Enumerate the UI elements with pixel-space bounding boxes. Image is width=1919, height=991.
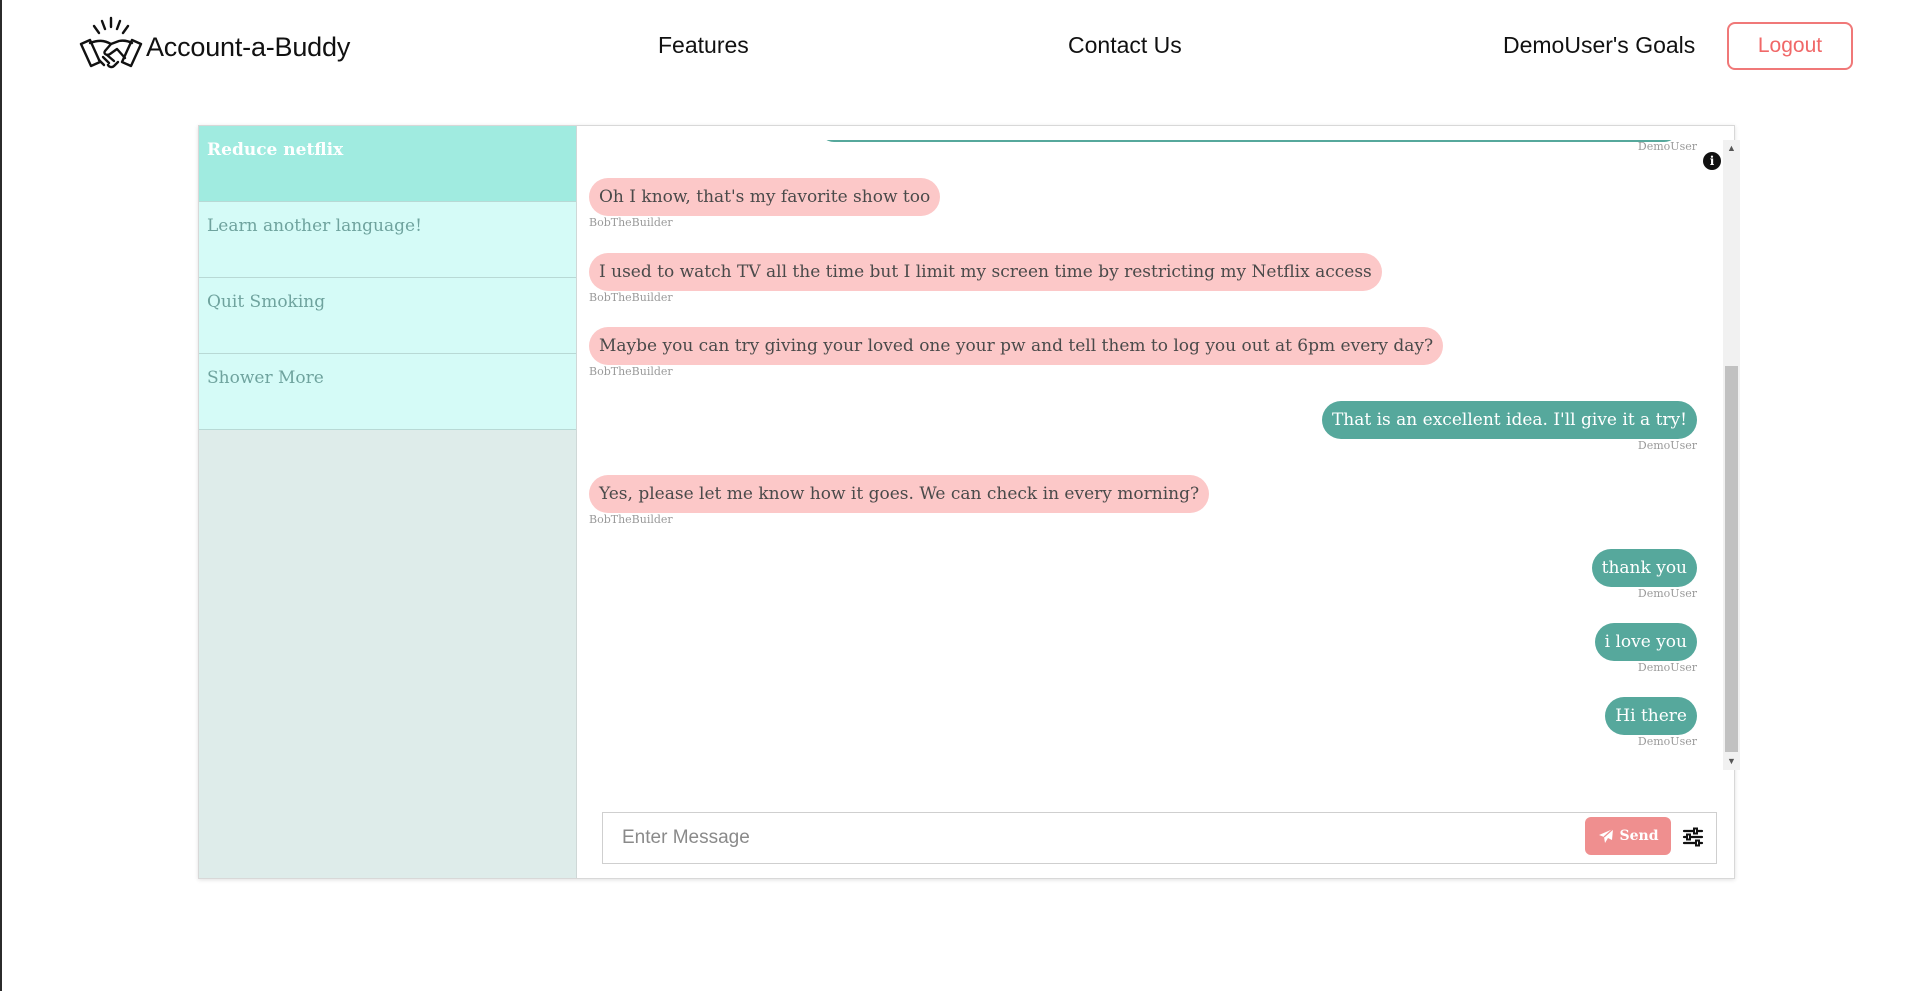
message-row: Oh I know, that's my favorite show too B… (577, 178, 1721, 229)
message-row: That is an excellent idea. I'll give it … (577, 401, 1721, 452)
message-bubble: I used to watch TV all the time but I li… (589, 253, 1382, 291)
message-sender: BobTheBuilder (589, 216, 673, 229)
nav-contact-link[interactable]: Contact Us (1068, 32, 1182, 59)
message-sender: BobTheBuilder (589, 513, 673, 526)
message-sender: BobTheBuilder (589, 291, 673, 304)
nav-goals-link[interactable]: DemoUser's Goals (1503, 32, 1695, 59)
message-sender: BobTheBuilder (589, 365, 673, 378)
message-row: i love you DemoUser (577, 623, 1721, 674)
message-bubble: Yes, please let me know how it goes. We … (589, 475, 1210, 513)
goals-sidebar: Reduce netflix Learn another language! Q… (199, 126, 577, 878)
message-sender: DemoUser (1637, 587, 1697, 600)
info-icon[interactable]: i (1703, 152, 1721, 170)
message-row: Maybe you can try giving your loved one … (577, 327, 1721, 378)
message-sender: DemoUser (1637, 661, 1697, 674)
chat-area: DemoUser Oh I know, that's my favorite s… (577, 126, 1740, 878)
message-bubble: Maybe you can try giving your loved one … (589, 327, 1444, 365)
message-row: Yes, please let me know how it goes. We … (577, 475, 1721, 526)
message-sender: DemoUser (1637, 439, 1697, 452)
message-sender: DemoUser (1637, 140, 1697, 153)
brand[interactable]: Account-a-Buddy (78, 14, 350, 80)
logout-button[interactable]: Logout (1727, 22, 1853, 70)
send-label: Send (1619, 828, 1659, 844)
navbar: Account-a-Buddy Features Contact Us Demo… (0, 0, 1919, 96)
message-row: Hi there DemoUser (577, 697, 1721, 748)
handshake-logo-icon (79, 16, 143, 69)
app-panel: Reduce netflix Learn another language! Q… (198, 125, 1740, 879)
message-composer: Send (602, 812, 1717, 864)
chat-scrollbar[interactable]: ▲ ▼ (1723, 140, 1740, 770)
message-bubble: Hi there (1605, 697, 1697, 735)
goal-item-shower-more[interactable]: Shower More (199, 354, 576, 430)
message-bubble: i love you (1594, 623, 1697, 661)
goal-item-learn-language[interactable]: Learn another language! (199, 202, 576, 278)
goal-item-reduce-netflix[interactable]: Reduce netflix (199, 126, 576, 202)
sliders-icon[interactable] (1681, 825, 1705, 849)
message-bubble: That is an excellent idea. I'll give it … (1321, 401, 1697, 439)
scroll-up-arrow-icon[interactable]: ▲ (1723, 140, 1740, 157)
brand-name: Account-a-Buddy (146, 31, 351, 62)
scrollbar-thumb[interactable] (1725, 366, 1738, 752)
goal-item-quit-smoking[interactable]: Quit Smoking (199, 278, 576, 354)
scroll-down-arrow-icon[interactable]: ▼ (1723, 753, 1740, 770)
message-input[interactable] (604, 814, 1574, 862)
message-row: DemoUser (577, 140, 1721, 153)
message-bubble: thank you (1591, 549, 1697, 587)
message-sender: DemoUser (1637, 735, 1697, 748)
send-button[interactable]: Send (1585, 817, 1671, 855)
message-row: I used to watch TV all the time but I li… (577, 253, 1721, 304)
window-edge (0, 0, 2, 991)
message-list[interactable]: DemoUser Oh I know, that's my favorite s… (577, 140, 1721, 770)
message-bubble: Oh I know, that's my favorite show too (589, 178, 941, 216)
nav-features-link[interactable]: Features (658, 32, 749, 59)
paper-plane-icon (1598, 828, 1613, 843)
message-row: thank you DemoUser (577, 549, 1721, 600)
